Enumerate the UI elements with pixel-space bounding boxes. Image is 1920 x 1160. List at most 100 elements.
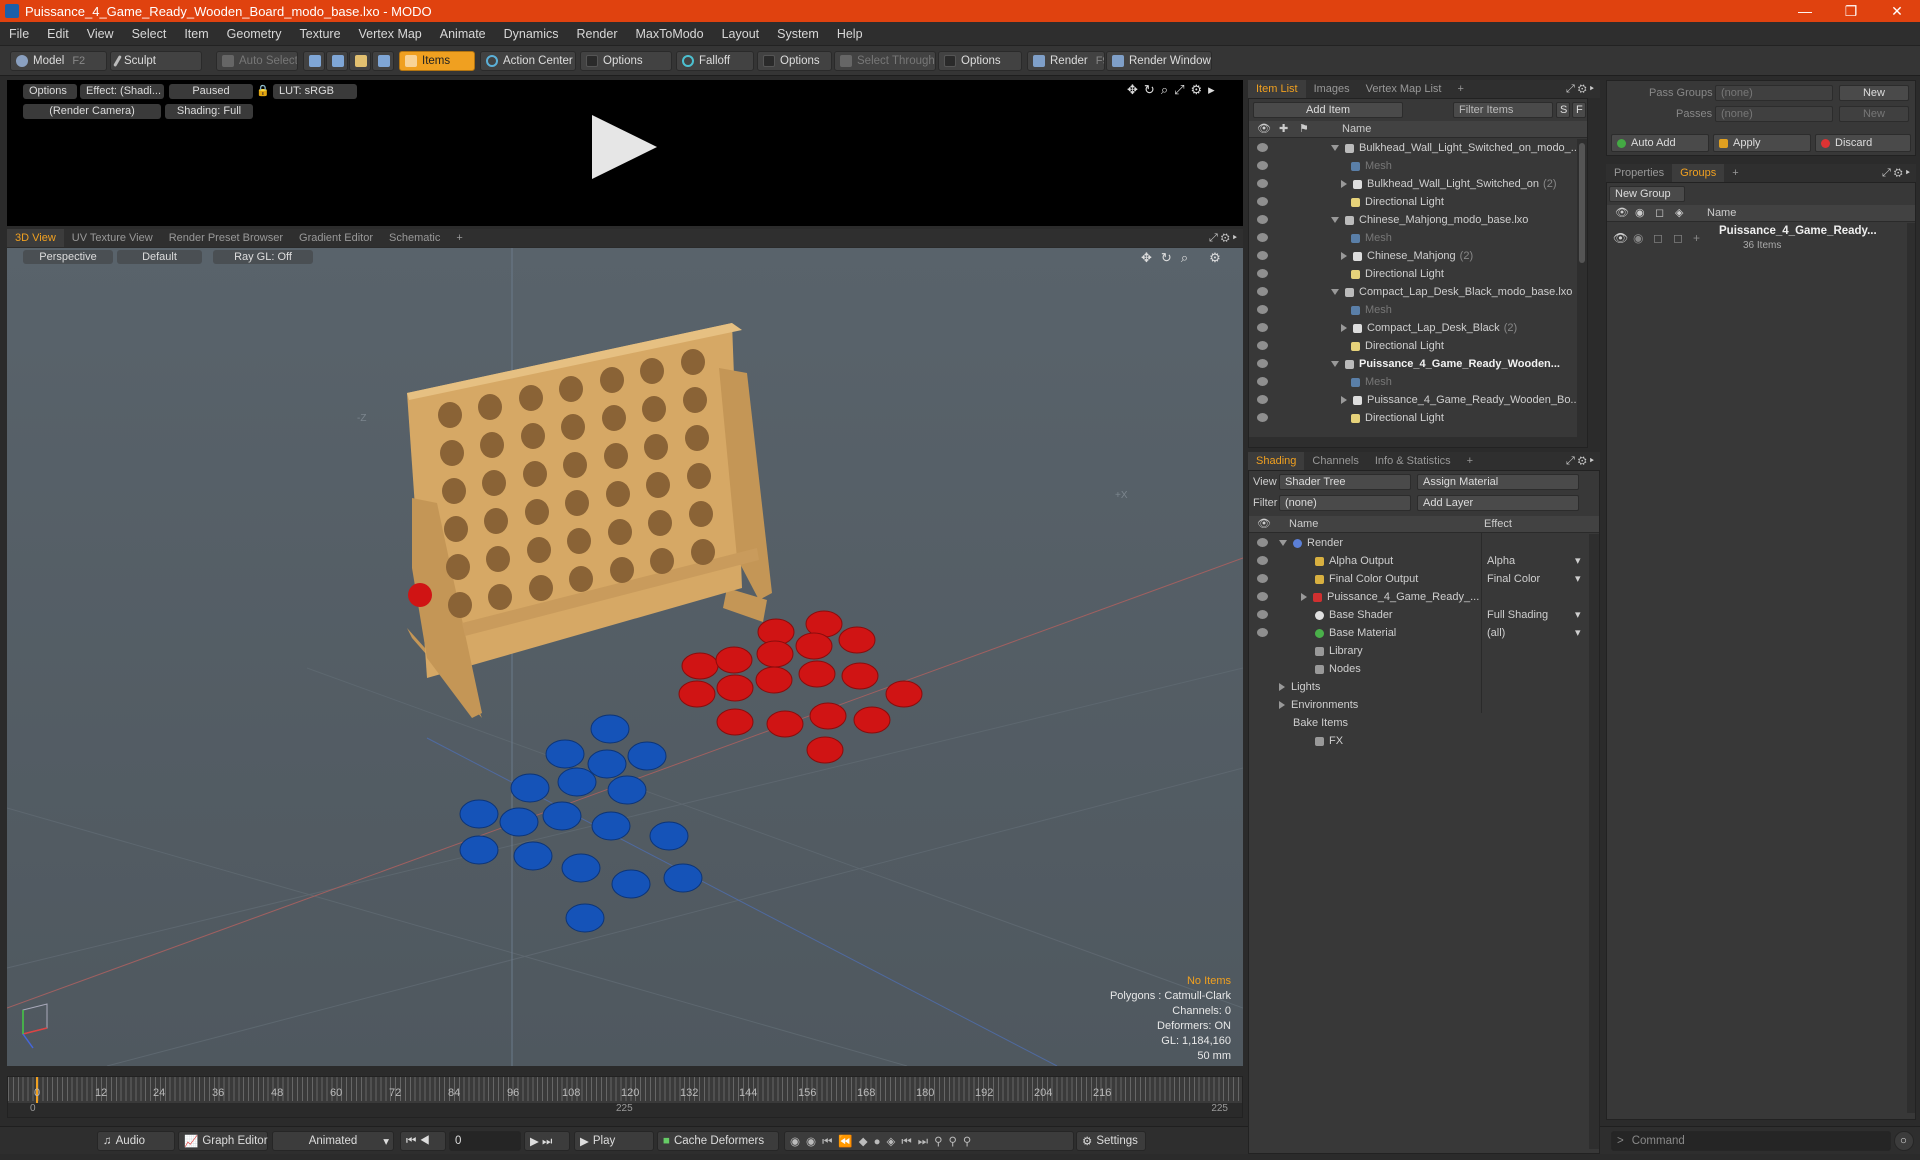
tab-groups[interactable]: Groups xyxy=(1672,164,1725,182)
item-list-row[interactable]: Compact_Lap_Desk_Black_modo_base.lxo xyxy=(1249,283,1577,301)
select-through-button[interactable]: Select Through xyxy=(834,51,936,71)
eye-icon[interactable] xyxy=(1257,251,1268,260)
command-history-icon[interactable]: ○ xyxy=(1894,1131,1914,1151)
tab-schematic[interactable]: Schematic xyxy=(381,229,448,247)
expand-icon[interactable]: + xyxy=(1693,231,1700,245)
tab-properties[interactable]: Properties xyxy=(1606,164,1672,182)
eye-icon[interactable] xyxy=(1257,179,1268,188)
assign-material-dropdown[interactable]: Assign Material xyxy=(1417,474,1579,490)
item-list-row[interactable]: Puissance_4_Game_Ready_Wooden_Bo... xyxy=(1249,391,1577,409)
action-center-button[interactable]: Action Center xyxy=(480,51,576,71)
collapse-arrow-icon[interactable] xyxy=(1331,289,1339,296)
shader-tree-row[interactable]: Base Material (all) ▾ xyxy=(1249,624,1589,642)
menu-help[interactable]: Help xyxy=(828,27,872,41)
transport-end-buttons[interactable]: ▶ ⏭ xyxy=(524,1131,570,1151)
add-tab-button[interactable]: + xyxy=(1449,80,1471,98)
eye-icon[interactable] xyxy=(1257,395,1268,404)
collapse-arrow-icon[interactable] xyxy=(1331,361,1339,368)
item-list-row[interactable]: Mesh xyxy=(1249,157,1577,175)
render-button[interactable]: Render F9 xyxy=(1027,51,1105,71)
transport-start-buttons[interactable]: ⏮ ◀ xyxy=(400,1131,446,1151)
eye-icon[interactable] xyxy=(1257,143,1268,152)
menu-geometry[interactable]: Geometry xyxy=(218,27,291,41)
zoom-icon[interactable]: ⌕ xyxy=(1161,82,1168,98)
pass-groups-dropdown[interactable]: (none) xyxy=(1715,85,1833,101)
minimize-icon[interactable]: — xyxy=(1782,0,1828,22)
tab-info-statistics[interactable]: Info & Statistics xyxy=(1367,452,1459,470)
item-list-row[interactable]: Directional Light xyxy=(1249,337,1577,355)
item-list-row[interactable]: Directional Light xyxy=(1249,193,1577,211)
expand-arrow-icon[interactable] xyxy=(1341,324,1347,333)
vertices-mode-button[interactable] xyxy=(303,51,325,71)
shader-tree-scrollbar[interactable] xyxy=(1589,534,1599,1149)
menu-vertex-map[interactable]: Vertex Map xyxy=(350,27,431,41)
select-through-options-button[interactable]: Options xyxy=(938,51,1022,71)
shader-tree-row[interactable]: FX xyxy=(1249,732,1589,750)
menu-render[interactable]: Render xyxy=(568,27,627,41)
item-list-row[interactable]: Directional Light xyxy=(1249,265,1577,283)
lock-toggle-icon[interactable]: ◻ xyxy=(1653,231,1663,245)
shader-tree-row[interactable]: Base Shader Full Shading ▾ xyxy=(1249,606,1589,624)
item-list-row[interactable]: Chinese_Mahjong (2) xyxy=(1249,247,1577,265)
tab-uv-texture-view[interactable]: UV Texture View xyxy=(64,229,161,247)
shader-tree-row[interactable]: Library xyxy=(1249,642,1589,660)
preview-effect-dropdown[interactable]: Effect: (Shadi... xyxy=(80,84,164,99)
new-pass-button[interactable]: New xyxy=(1839,106,1909,122)
shader-tree-row[interactable]: Environments xyxy=(1249,696,1589,714)
range-bar[interactable]: 0 225 225 xyxy=(8,1103,1242,1117)
eye-icon[interactable] xyxy=(1257,413,1268,422)
collapse-arrow-icon[interactable] xyxy=(1331,217,1339,224)
cache-deformers-button[interactable]: ■ Cache Deformers xyxy=(657,1131,779,1151)
add-tab-button[interactable]: + xyxy=(1459,452,1481,470)
shader-tree-row[interactable]: Nodes xyxy=(1249,660,1589,678)
collapse-arrow-icon[interactable] xyxy=(1331,145,1339,152)
model-mode-button[interactable]: Model F2 xyxy=(10,51,107,71)
tab-images[interactable]: Images xyxy=(1306,80,1358,98)
filter-s-button[interactable]: S xyxy=(1556,102,1570,118)
animated-dropdown[interactable]: Animated ▾ xyxy=(272,1131,394,1151)
effect-dropdown[interactable]: Final Color xyxy=(1487,570,1540,588)
expand-arrow-icon[interactable] xyxy=(1341,180,1347,189)
new-group-button[interactable]: New Group xyxy=(1609,186,1685,202)
menu-texture[interactable]: Texture xyxy=(291,27,350,41)
eye-icon[interactable] xyxy=(1257,592,1268,601)
edges-mode-button[interactable] xyxy=(326,51,348,71)
eye-icon[interactable] xyxy=(1257,287,1268,296)
item-list-row[interactable]: Compact_Lap_Desk_Black (2) xyxy=(1249,319,1577,337)
materials-mode-button[interactable] xyxy=(372,51,394,71)
chevron-down-icon[interactable]: ▾ xyxy=(1575,606,1581,624)
frame-input[interactable]: 0 xyxy=(449,1131,521,1151)
add-tab-button[interactable]: + xyxy=(1724,164,1746,182)
eye-icon[interactable] xyxy=(1257,323,1268,332)
effect-dropdown[interactable]: Alpha xyxy=(1487,552,1515,570)
play-button[interactable]: ▶ Play xyxy=(574,1131,654,1151)
items-mode-button[interactable]: Items xyxy=(399,51,475,71)
menu-dynamics[interactable]: Dynamics xyxy=(495,27,568,41)
tab-item-list[interactable]: Item List xyxy=(1248,80,1306,98)
eye-icon[interactable] xyxy=(1257,197,1268,206)
apply-button[interactable]: Apply xyxy=(1713,134,1811,152)
item-list-row[interactable]: Bulkhead_Wall_Light_Switched_on_modo_... xyxy=(1249,139,1577,157)
eye-icon[interactable] xyxy=(1257,628,1268,637)
eye-icon[interactable] xyxy=(1257,215,1268,224)
sculpt-mode-button[interactable]: Sculpt xyxy=(110,51,202,71)
key-tools[interactable]: ◉◉⏮⏪◆●◈⏮⏭⚲⚲⚲ xyxy=(784,1131,1074,1151)
chevron-down-icon[interactable]: ▾ xyxy=(1575,552,1581,570)
item-list-row[interactable]: Mesh xyxy=(1249,229,1577,247)
eye-icon[interactable] xyxy=(1257,359,1268,368)
add-item-dropdown[interactable]: Add Item xyxy=(1253,102,1403,118)
audio-button[interactable]: ♫ Audio xyxy=(97,1131,175,1151)
item-list-row[interactable]: Mesh xyxy=(1249,301,1577,319)
shading-dropdown[interactable]: Shading: Full xyxy=(165,104,253,119)
play-preview-icon[interactable] xyxy=(592,115,657,179)
discard-button[interactable]: Discard xyxy=(1815,134,1911,152)
expand-arrow-icon[interactable] xyxy=(1341,396,1347,405)
filter-items-input[interactable]: Filter Items xyxy=(1453,102,1553,118)
lock-icon[interactable]: 🔒 xyxy=(256,84,269,99)
scroll-thumb[interactable] xyxy=(1579,143,1585,263)
render-window-button[interactable]: Render Window xyxy=(1106,51,1212,71)
tab-render-preset-browser[interactable]: Render Preset Browser xyxy=(161,229,291,247)
expand-arrow-icon[interactable] xyxy=(1301,593,1307,602)
collapse-arrow-icon[interactable] xyxy=(1279,540,1287,547)
item-list-row[interactable]: Directional Light xyxy=(1249,409,1577,427)
